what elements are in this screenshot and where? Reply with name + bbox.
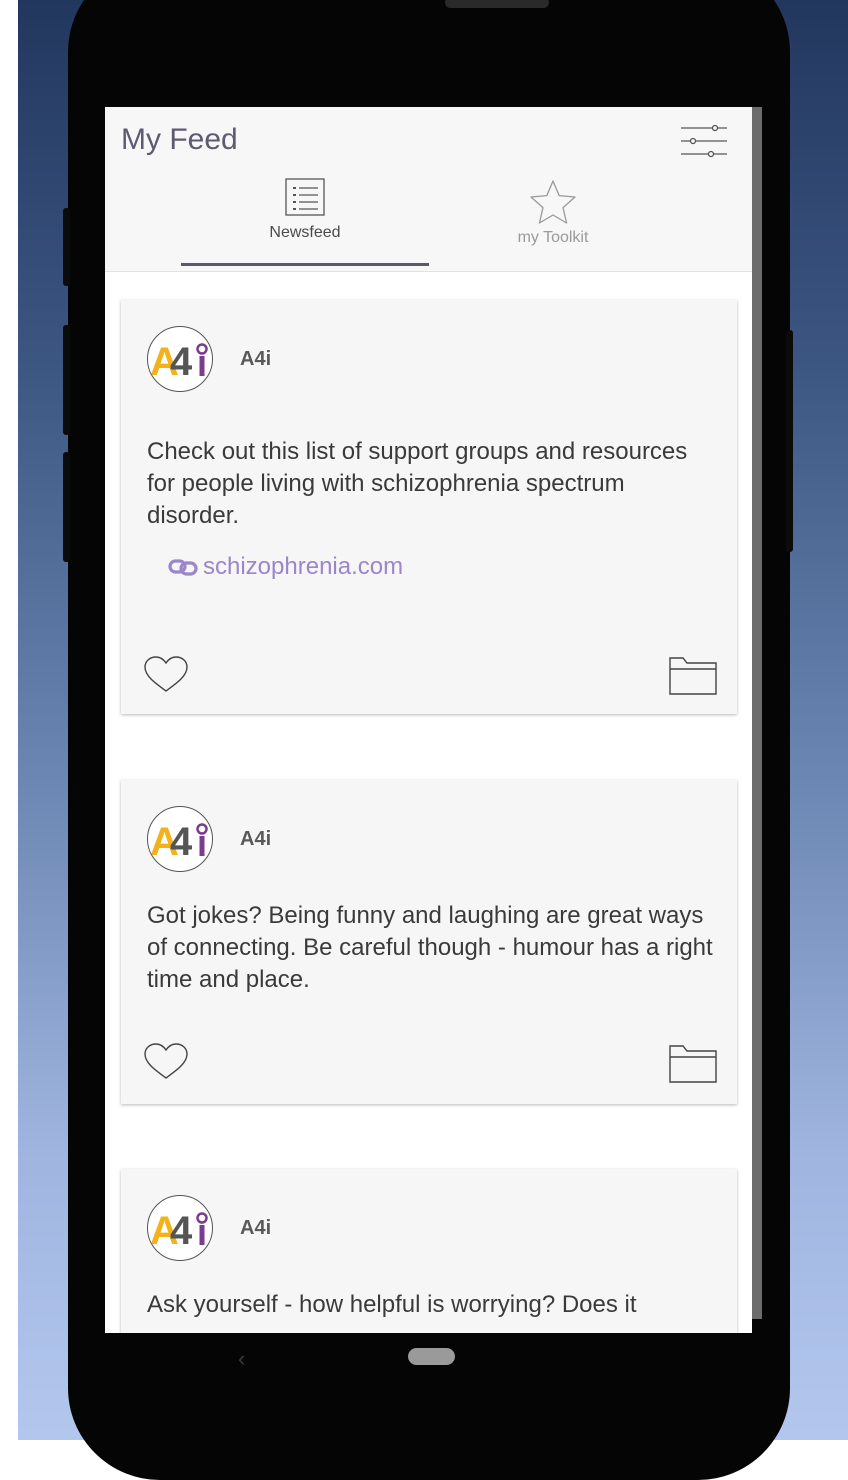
back-nav-icon[interactable]: ‹: [238, 1346, 245, 1372]
folder-icon: [669, 657, 717, 695]
a4i-logo-icon: A 4: [150, 1209, 208, 1253]
home-nav-button[interactable]: [408, 1348, 455, 1365]
like-button[interactable]: [141, 1042, 191, 1082]
svg-text:4: 4: [170, 1209, 193, 1253]
post-author: A4i: [240, 1217, 272, 1239]
app-screen: My Feed Newsfeed my Toolkit A 4 A4i Chec…: [105, 107, 752, 1333]
list-icon: [285, 178, 325, 216]
phone-side-button: [786, 330, 793, 552]
tab-newsfeed[interactable]: Newsfeed: [181, 177, 429, 271]
post-author: A4i: [240, 348, 272, 370]
post-link-text: schizophrenia.com: [203, 553, 404, 580]
phone-speaker: [445, 0, 549, 8]
post-text: Got jokes? Being funny and laughing are …: [147, 902, 713, 993]
feed-post: A 4 A4i Got jokes? Being funny and laugh…: [121, 780, 737, 1104]
active-tab-indicator: [181, 263, 429, 266]
sliders-icon: [681, 124, 727, 158]
svg-text:4: 4: [170, 340, 193, 384]
feed-post: A 4 A4i Check out this list of support g…: [121, 300, 737, 714]
filter-settings-button[interactable]: [675, 121, 731, 161]
folder-icon: [669, 1045, 717, 1083]
phone-side-button: [63, 325, 70, 435]
scrollbar[interactable]: [752, 107, 762, 1319]
a4i-logo-avatar: A 4: [147, 326, 213, 392]
phone-side-button: [63, 208, 70, 286]
a4i-logo-avatar: A 4: [147, 806, 213, 872]
post-author: A4i: [240, 828, 272, 850]
link-icon: [168, 559, 198, 576]
post-text: Ask yourself - how helpful is worrying? …: [147, 1291, 637, 1318]
tab-my-toolkit-label: my Toolkit: [517, 229, 589, 246]
star-icon: [530, 180, 576, 224]
save-to-folder-button[interactable]: [668, 1042, 718, 1084]
heart-icon: [144, 1043, 188, 1079]
a4i-logo-icon: A 4: [150, 820, 208, 864]
post-link[interactable]: schizophrenia.com: [167, 553, 403, 581]
svg-text:4: 4: [170, 820, 193, 864]
save-to-folder-button[interactable]: [668, 654, 718, 696]
tab-my-toolkit[interactable]: my Toolkit: [429, 177, 677, 271]
app-header: My Feed Newsfeed my Toolkit: [105, 107, 752, 272]
feed-post: A 4 A4i Ask yourself - how helpful is wo…: [121, 1169, 737, 1333]
a4i-logo-avatar: A 4: [147, 1195, 213, 1261]
tab-newsfeed-label: Newsfeed: [269, 224, 341, 241]
a4i-logo-icon: A 4: [150, 340, 208, 384]
heart-icon: [144, 656, 188, 692]
page-title: My Feed: [121, 123, 238, 156]
phone-side-button: [63, 452, 70, 562]
post-text: Check out this list of support groups an…: [147, 438, 688, 529]
like-button[interactable]: [141, 655, 191, 695]
